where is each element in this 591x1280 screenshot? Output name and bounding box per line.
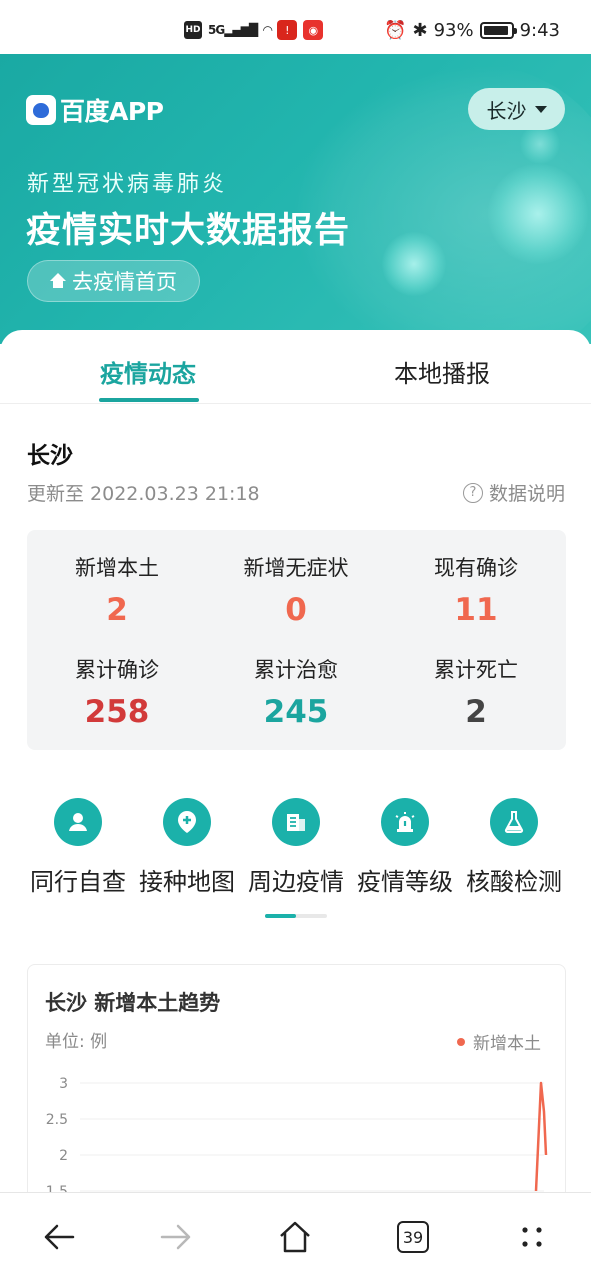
- stat-total-recovered: 累计治愈 245: [206, 654, 386, 730]
- baidu-paw-icon: [26, 95, 56, 125]
- wifi-icon: ◠: [263, 23, 272, 37]
- quick-links-pager: [265, 914, 327, 918]
- stat-value: 0: [285, 592, 307, 628]
- chevron-down-icon: [534, 105, 547, 113]
- quick-link-nearby-cases[interactable]: 周边疫情: [241, 798, 351, 897]
- stat-current-confirmed: 现有确诊 11: [386, 552, 566, 628]
- bluetooth-icon: ✱: [412, 20, 428, 41]
- hero-banner: 百度APP 长沙 新型冠状病毒肺炎 疫情实时大数据报告 去疫情首页: [0, 54, 591, 344]
- tab-bar: 疫情动态 本地播报: [0, 330, 591, 404]
- quick-link-vaccine-map[interactable]: 接种地图: [132, 798, 242, 897]
- quick-link-peer-check[interactable]: 同行自查: [23, 798, 133, 897]
- stat-total-confirmed: 累计确诊 258: [27, 654, 207, 730]
- quick-link-label: 周边疫情: [248, 868, 344, 896]
- virus-illustration: [382, 232, 446, 296]
- building-icon: [272, 798, 320, 846]
- stat-label: 累计治愈: [254, 658, 338, 682]
- stat-label: 新增本土: [75, 556, 159, 580]
- signal-5g-icon: 5G▂▄▆█: [208, 23, 258, 37]
- status-bar: HD 5G▂▄▆█ ◠ ! ◉ ⏰ ✱ 93% 9:43: [0, 0, 591, 54]
- stat-value: 258: [84, 694, 150, 730]
- quick-link-nucleic-test[interactable]: 核酸检测: [459, 798, 569, 897]
- status-left: HD 5G▂▄▆█ ◠ ! ◉: [184, 20, 324, 40]
- app-screen: HD 5G▂▄▆█ ◠ ! ◉ ⏰ ✱ 93% 9:43 百度APP 长沙 新型…: [0, 0, 591, 1280]
- quick-link-label: 同行自查: [30, 868, 126, 896]
- quick-link-label: 疫情等级: [357, 868, 453, 896]
- stat-value: 2: [106, 592, 128, 628]
- stat-label: 累计确诊: [75, 658, 159, 682]
- stat-value: 245: [263, 694, 329, 730]
- home-icon: [280, 1221, 310, 1253]
- stat-label: 现有确诊: [434, 556, 518, 580]
- baidu-logo: 百度APP: [26, 92, 164, 128]
- help-icon: ?: [462, 482, 483, 503]
- trend-chart: 32.521.5: [46, 1076, 548, 1200]
- tab-count: 39: [397, 1221, 429, 1253]
- quick-link-risk-level[interactable]: 疫情等级: [350, 798, 460, 897]
- map-pin-plus-icon: [163, 798, 211, 846]
- hd-icon: HD: [184, 21, 202, 39]
- main-content: 疫情动态 本地播报 长沙 更新至 2022.03.23 21:18 ? 数据说明…: [0, 330, 591, 1224]
- flask-icon: [490, 798, 538, 846]
- home-button[interactable]: [273, 1215, 317, 1259]
- active-tab-indicator: [99, 398, 199, 402]
- alarm-light-icon: [381, 798, 429, 846]
- y-tick-label: 2.5: [46, 1112, 68, 1128]
- update-timestamp: 更新至 2022.03.23 21:18: [27, 483, 260, 505]
- go-home-button[interactable]: 去疫情首页: [27, 260, 200, 302]
- forward-button[interactable]: [154, 1215, 198, 1259]
- go-home-label: 去疫情首页: [72, 270, 177, 294]
- logo-text: 百度APP: [60, 97, 164, 126]
- hero-subtitle: 新型冠状病毒肺炎: [27, 172, 228, 197]
- virus-illustration: [488, 164, 588, 264]
- stat-value: 2: [465, 694, 487, 730]
- stats-panel: 新增本土 2 新增无症状 0 现有确诊 11 累计确诊 258 累计治愈 245…: [27, 530, 566, 750]
- weibo-icon: ◉: [303, 20, 324, 40]
- status-right: ⏰ ✱ 93% 9:43: [384, 20, 560, 41]
- tab-local-broadcast[interactable]: 本地播报: [394, 354, 490, 389]
- virus-illustration: [520, 124, 560, 164]
- arrow-left-icon: [44, 1224, 75, 1250]
- more-dots-icon: [522, 1227, 542, 1247]
- stat-new-asymptomatic: 新增无症状 0: [206, 552, 386, 628]
- quick-links: 同行自查 接种地图 周边疫情 疫情等级 核酸检测: [0, 798, 591, 898]
- quick-link-label: 接种地图: [139, 868, 235, 896]
- menu-button[interactable]: [510, 1215, 554, 1259]
- series-line-new-local: [534, 1081, 548, 1192]
- clock: 9:43: [519, 20, 560, 41]
- city-selector[interactable]: 长沙: [468, 88, 565, 130]
- data-explanation-link[interactable]: ? 数据说明: [462, 479, 565, 506]
- stat-label: 新增无症状: [243, 556, 349, 580]
- tab-epidemic-updates[interactable]: 疫情动态: [100, 354, 196, 389]
- browser-bottom-bar: 39: [0, 1192, 591, 1280]
- y-tick-label: 3: [59, 1076, 68, 1092]
- hero-title: 疫情实时大数据报告: [26, 211, 351, 251]
- app-notification-icon: !: [277, 20, 298, 40]
- user-icon: [54, 798, 102, 846]
- stat-total-deaths: 累计死亡 2: [386, 654, 566, 730]
- alarm-icon: ⏰: [384, 20, 407, 41]
- data-explanation-label: 数据说明: [488, 483, 565, 505]
- region-name: 长沙: [27, 443, 73, 469]
- battery-icon: [479, 22, 517, 39]
- stat-value: 11: [454, 592, 498, 628]
- city-label: 长沙: [486, 98, 527, 123]
- quick-link-label: 核酸检测: [466, 868, 562, 896]
- trend-card: 长沙 新增本土趋势 单位: 例 新增本土 32.521.5: [27, 964, 566, 1224]
- arrow-right-icon: [160, 1224, 191, 1250]
- stat-label: 累计死亡: [434, 658, 518, 682]
- tabs-button[interactable]: 39: [391, 1215, 435, 1259]
- stat-new-local: 新增本土 2: [27, 552, 207, 628]
- battery-percent: 93%: [433, 20, 474, 41]
- y-tick-label: 2: [59, 1148, 68, 1164]
- home-icon: [50, 273, 66, 289]
- back-button[interactable]: [37, 1215, 81, 1259]
